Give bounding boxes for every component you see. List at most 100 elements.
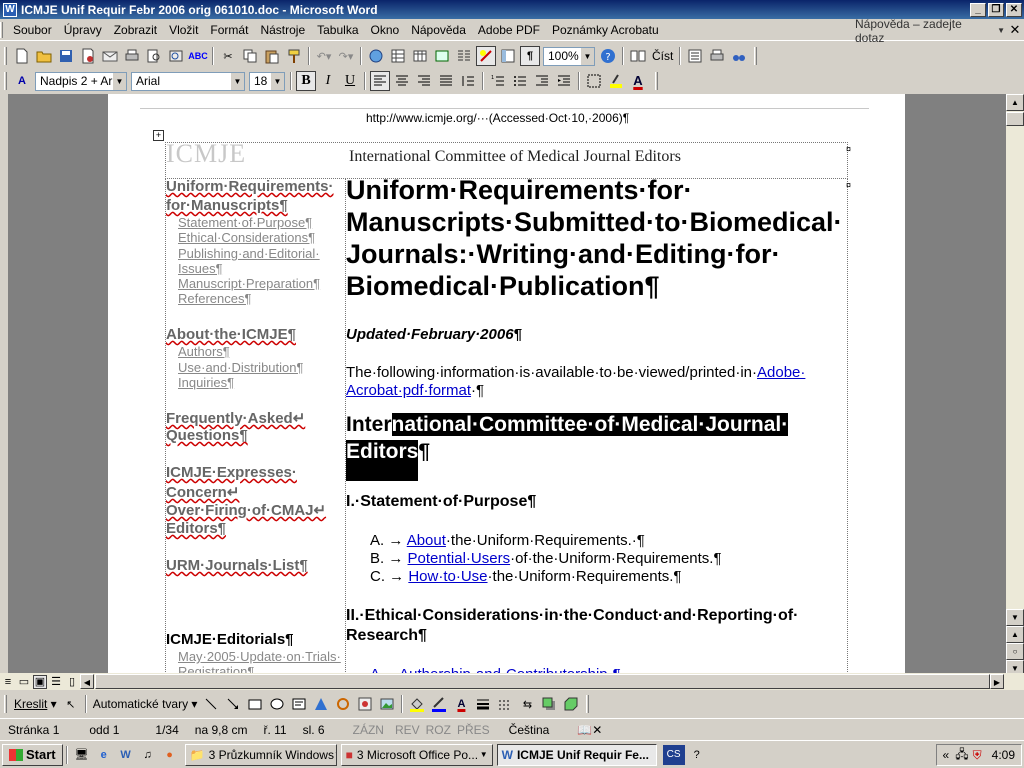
toolbar-end-grip[interactable] [586,695,590,713]
status-overtype[interactable]: PŘES [454,723,493,737]
drawing-toggle-icon[interactable] [476,46,496,66]
font-color-icon[interactable]: A [628,71,648,91]
how-to-use-link[interactable]: How·to·Use [408,568,487,585]
committee-heading-selected-2[interactable]: Editors [346,440,419,481]
insert-table-icon[interactable] [410,46,430,66]
read-icon[interactable] [628,46,648,66]
close-button[interactable]: ✕ [1006,2,1022,17]
text-box-icon[interactable] [289,694,309,714]
rectangle-icon[interactable] [245,694,265,714]
help-tray-icon[interactable]: ? [687,745,707,765]
quicklaunch-firefox-icon[interactable]: ● [160,745,180,765]
insert-excel-icon[interactable] [432,46,452,66]
nav-authors-link[interactable]: Authors¶ [178,344,230,359]
columns-icon[interactable] [454,46,474,66]
drawing-font-color-icon[interactable]: A [451,694,471,714]
diagram-icon[interactable] [333,694,353,714]
help-search-input[interactable]: Nápověda – zadejte dotaz ▼ [855,17,1005,45]
menu-napoveda[interactable]: Nápověda [405,23,472,37]
document-close-icon[interactable]: ✕ [1008,22,1022,38]
start-button[interactable]: Start [2,743,63,766]
tray-network-icon[interactable]: 🖧 [955,745,968,766]
borders-icon[interactable] [584,71,604,91]
zoom-dropdown-icon[interactable]: ▼ [581,47,594,65]
italic-button[interactable]: I [318,71,338,91]
align-right-icon[interactable] [414,71,434,91]
menu-tabulka[interactable]: Tabulka [311,23,364,37]
nav-faq[interactable]: Frequently·Asked↵ [166,409,305,427]
find-binoculars-icon[interactable] [729,46,749,66]
font-select[interactable]: Arial ▼ [131,71,245,91]
show-formatting-icon[interactable]: ¶ [520,46,540,66]
browse-object-icon[interactable]: ○ [1006,643,1024,660]
menu-adobe-pdf[interactable]: Adobe PDF [472,23,546,37]
nav-faq-2[interactable]: Questions¶ [166,427,248,444]
print-view-icon[interactable]: ▣ [33,674,47,689]
style-select[interactable]: Nadpis 2 + Aria ▼ [35,71,127,91]
clip-art-icon[interactable] [355,694,375,714]
dash-style-icon[interactable] [495,694,515,714]
tables-borders-icon[interactable] [388,46,408,66]
nav-concern[interactable]: ICMJE·Expresses· [166,464,297,481]
underline-button[interactable]: U [340,71,360,91]
scroll-down-icon[interactable]: ▼ [1006,609,1024,626]
hyperlink-icon[interactable] [366,46,386,66]
quicklaunch-ie-icon[interactable]: e [94,745,114,765]
clock[interactable]: 4:09 [992,748,1015,762]
status-extend-selection[interactable]: ROZ [423,723,454,737]
status-record-macro[interactable]: ZÁZN [345,723,392,737]
quicklaunch-desktop-icon[interactable]: 🖥 [72,745,92,765]
toolbar-end-grip[interactable] [754,47,758,65]
align-center-icon[interactable] [392,71,412,91]
line-color-icon[interactable] [429,694,449,714]
print-pdf-icon[interactable] [707,46,727,66]
nav-journals-list[interactable]: URM·Journals·List¶ [166,557,308,574]
new-document-icon[interactable] [12,46,32,66]
redo-icon[interactable]: ↷▾ [336,46,356,66]
potential-users-link[interactable]: Potential·Users [408,550,511,567]
shadow-style-icon[interactable] [539,694,559,714]
menu-upravy[interactable]: Úpravy [58,23,108,37]
web-view-icon[interactable]: ▭ [17,675,31,689]
normal-view-icon[interactable]: ≡ [1,675,15,689]
menu-vlozit[interactable]: Vložit [163,23,204,37]
nav-use-link[interactable]: Use·and·Distribution¶ [178,360,303,375]
language-indicator[interactable]: CS [662,744,685,765]
toolbar-grip[interactable] [4,72,7,90]
nav-concern-2[interactable]: Concern↵ [166,483,239,501]
document-map-icon[interactable] [498,46,518,66]
cut-icon[interactable]: ✂ [218,46,238,66]
research-icon[interactable] [166,46,186,66]
outline-view-icon[interactable]: ☰ [49,675,63,689]
nav-publishing-link-2[interactable]: Issues¶ [178,261,223,276]
line-style-icon[interactable] [473,694,493,714]
tray-expand-icon[interactable]: « [943,748,950,762]
adobe-link[interactable]: Adobe· [757,364,805,381]
scroll-thumb[interactable] [1006,112,1024,126]
decrease-indent-icon[interactable] [532,71,552,91]
menu-okno[interactable]: Okno [365,23,406,37]
table-move-handle[interactable]: + [153,130,164,141]
zoom-select[interactable]: 100% ▼ [543,46,595,66]
reading-view-icon[interactable]: ▯ [65,675,79,689]
save-icon[interactable] [56,46,76,66]
vertical-scrollbar[interactable]: ▲ ▼ ▲ ○ ▼ [1006,94,1024,677]
numbering-icon[interactable]: 1 [488,71,508,91]
scroll-up-icon[interactable]: ▲ [1006,94,1024,111]
hscroll-thumb[interactable] [95,674,990,689]
justify-icon[interactable] [436,71,456,91]
menu-nastroje[interactable]: Nástroje [254,23,311,37]
font-dropdown-icon[interactable]: ▼ [231,72,244,90]
nav-references-link[interactable]: References¶ [178,291,251,306]
align-left-icon[interactable] [370,71,390,91]
toolbar-grip[interactable] [4,695,7,713]
permission-icon[interactable] [78,46,98,66]
status-track-changes[interactable]: REV [392,723,423,737]
email-icon[interactable] [100,46,120,66]
menu-soubor[interactable]: Soubor [7,23,58,37]
copy-icon[interactable] [240,46,260,66]
minimize-button[interactable]: _ [970,2,986,17]
nav-ethical-link[interactable]: Ethical·Considerations¶ [178,230,315,245]
menu-poznamky-acrobatu[interactable]: Poznámky Acrobatu [546,23,665,37]
arrow-style-icon[interactable]: ⇆ [517,694,537,714]
